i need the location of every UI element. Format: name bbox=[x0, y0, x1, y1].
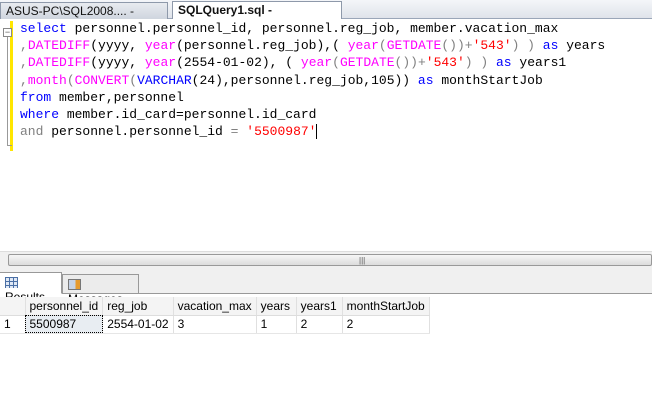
row-header-corner bbox=[0, 297, 26, 316]
code-token: as bbox=[496, 55, 512, 71]
code-token: years bbox=[558, 38, 606, 54]
code-token: ())+ bbox=[441, 38, 473, 54]
column-header[interactable]: personnel_id bbox=[25, 297, 104, 316]
code-line: ,month(CONVERT(VARCHAR(24),personnel.reg… bbox=[20, 72, 605, 89]
code-token: DATEDIFF bbox=[27, 38, 91, 54]
code-token: as bbox=[542, 38, 559, 54]
code-token: '5500987' bbox=[246, 124, 317, 140]
code-token: '543' bbox=[425, 55, 465, 71]
tab-sqlquery1[interactable]: SQLQuery1.sql - A...b_leave (sa (56))* bbox=[172, 1, 342, 33]
tab-results[interactable]: Results bbox=[0, 272, 62, 304]
results-tabs: Results Messages bbox=[0, 267, 652, 306]
code-token: GETDATE bbox=[386, 38, 442, 54]
code-line: ,DATEDIFF(yyyy, year(2554-01-02), ( year… bbox=[20, 54, 605, 71]
grid-header-row: personnel_id reg_job vacation_max years … bbox=[0, 297, 430, 316]
code-token: (personnel.reg_job),( bbox=[176, 38, 340, 54]
code-token: member,personnel bbox=[51, 89, 184, 105]
code-line: select personnel.personnel_id, personnel… bbox=[20, 20, 605, 37]
code-token: (yyyy, bbox=[90, 55, 145, 71]
code-token: ( bbox=[66, 72, 75, 88]
code-token: CONVERT bbox=[74, 72, 130, 88]
column-header[interactable]: years1 bbox=[296, 297, 343, 316]
code-token: member.id_card=personnel.id_card bbox=[59, 107, 317, 123]
fold-end bbox=[7, 145, 12, 146]
row-number[interactable]: 1 bbox=[0, 315, 26, 334]
grid-icon bbox=[5, 277, 18, 288]
code-token: ) ) bbox=[464, 55, 496, 71]
query-editor[interactable]: − select personnel.personnel_id, personn… bbox=[0, 19, 652, 251]
code-token: year bbox=[300, 55, 333, 71]
text-caret bbox=[316, 124, 318, 140]
messages-icon bbox=[68, 279, 81, 290]
code-token: GETDATE bbox=[339, 55, 395, 71]
code-token: monthStartJob bbox=[433, 72, 543, 88]
code-token: ( bbox=[378, 38, 387, 54]
collapse-icon[interactable]: − bbox=[3, 28, 12, 37]
code-line: where member.id_card=personnel.id_card bbox=[20, 106, 605, 123]
tab-dbo-personnel[interactable]: ASUS-PC\SQL2008.... - dbo.personnel bbox=[0, 2, 168, 34]
code-token: DATEDIFF bbox=[27, 55, 91, 71]
grid-cell[interactable]: 2 bbox=[342, 315, 430, 334]
grid-cell[interactable]: 3 bbox=[173, 315, 257, 334]
grid-cell[interactable]: 5500987 bbox=[25, 315, 104, 334]
grid-cell[interactable]: 1 bbox=[256, 315, 297, 334]
column-header[interactable]: years bbox=[256, 297, 297, 316]
code-token: , bbox=[20, 72, 28, 88]
grip-icon: ||| bbox=[359, 256, 366, 265]
table-row[interactable]: 1 5500987 2554-01-02 3 1 2 2 bbox=[0, 315, 430, 334]
grid-cell[interactable]: 2554-01-02 bbox=[102, 315, 174, 334]
code-token: month bbox=[27, 72, 67, 88]
code-token: (24),personnel.reg_job,105)) bbox=[191, 72, 418, 88]
code-token: years1 bbox=[511, 55, 567, 71]
code-token: ( bbox=[129, 72, 138, 88]
code-line: and personnel.personnel_id = '5500987' bbox=[20, 123, 605, 140]
scrollbar-thumb[interactable]: ||| bbox=[8, 254, 652, 266]
sql-code[interactable]: select personnel.personnel_id, personnel… bbox=[20, 20, 605, 140]
tab-messages[interactable]: Messages bbox=[62, 274, 139, 306]
fold-line bbox=[7, 37, 8, 145]
code-token: year bbox=[347, 38, 379, 54]
code-token: year bbox=[144, 38, 177, 54]
code-token: personnel.personnel_id bbox=[43, 124, 231, 140]
change-margin bbox=[10, 21, 13, 151]
results-grid[interactable]: personnel_id reg_job vacation_max years … bbox=[0, 297, 430, 334]
code-token: ) ) bbox=[511, 38, 543, 54]
column-header[interactable]: monthStartJob bbox=[342, 297, 430, 316]
code-token: where bbox=[20, 107, 60, 123]
code-token: select bbox=[20, 21, 67, 36]
code-line: ,DATEDIFF(yyyy, year(personnel.reg_job),… bbox=[20, 37, 605, 54]
grid-cell[interactable]: 2 bbox=[296, 315, 343, 334]
code-token: VARCHAR bbox=[137, 72, 192, 88]
document-tabs: ASUS-PC\SQL2008.... - dbo.personnel SQLQ… bbox=[0, 0, 652, 34]
column-header[interactable]: vacation_max bbox=[173, 297, 257, 316]
code-token: (yyyy, bbox=[90, 38, 145, 54]
code-token: year bbox=[144, 55, 177, 71]
code-token: from bbox=[20, 89, 52, 105]
code-token: (2554-01-02), ( bbox=[176, 55, 294, 71]
code-token: , bbox=[20, 38, 28, 54]
code-token: ())+ bbox=[394, 55, 426, 71]
code-token: , bbox=[20, 55, 28, 71]
code-token: ( bbox=[332, 55, 340, 71]
code-token: as bbox=[417, 72, 434, 88]
code-line: from member,personnel bbox=[20, 89, 605, 106]
column-header[interactable]: reg_job bbox=[102, 297, 174, 316]
code-token: '543' bbox=[472, 38, 512, 54]
horizontal-scrollbar[interactable]: ||| bbox=[0, 251, 652, 267]
code-token: and bbox=[20, 124, 44, 140]
code-token: personnel.personnel_id, personnel.reg_jo… bbox=[74, 21, 559, 36]
